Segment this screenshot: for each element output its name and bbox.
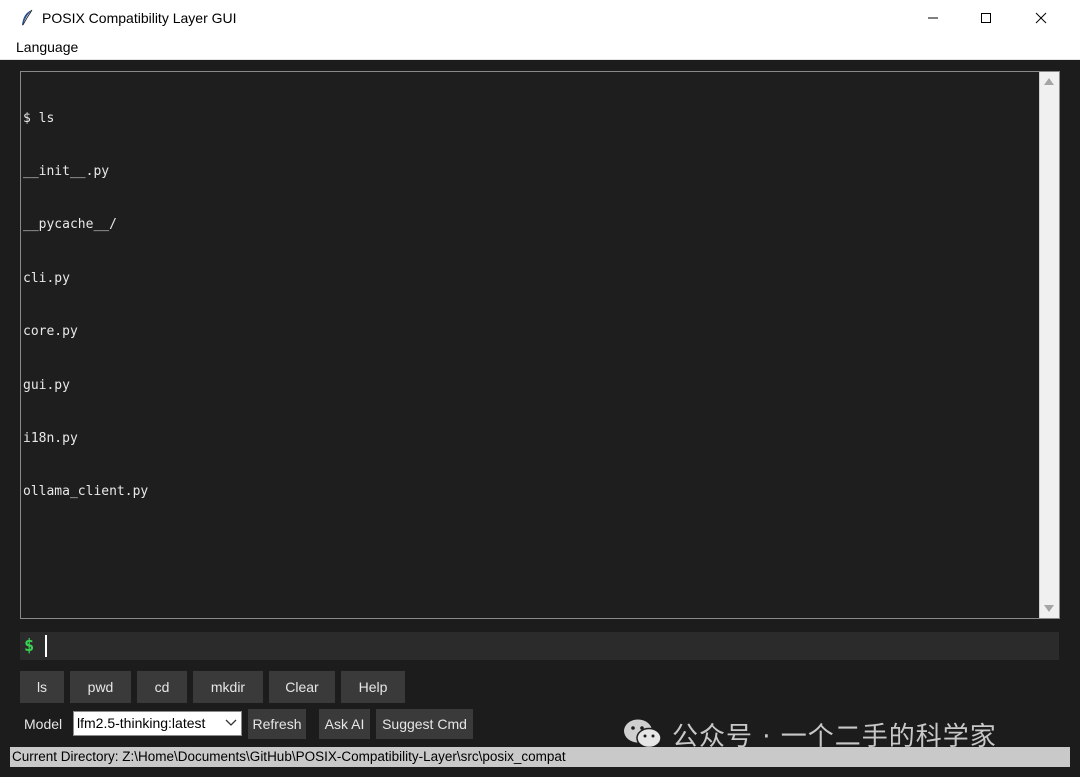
wechat-icon bbox=[624, 719, 662, 749]
close-icon bbox=[1035, 12, 1047, 24]
maximize-icon bbox=[981, 13, 991, 23]
ask-ai-button[interactable]: Ask AI bbox=[319, 709, 370, 739]
feather-icon bbox=[22, 9, 33, 26]
menu-language[interactable]: Language bbox=[12, 36, 82, 59]
text-cursor bbox=[45, 635, 47, 657]
suggest-cmd-button[interactable]: Suggest Cmd bbox=[376, 709, 473, 739]
output-line: __pycache__/ bbox=[23, 217, 117, 233]
output-line: gui.py bbox=[23, 377, 70, 393]
refresh-button[interactable]: Refresh bbox=[248, 709, 306, 739]
chevron-down-icon[interactable] bbox=[225, 718, 237, 728]
output-line: core.py bbox=[23, 324, 78, 340]
prompt-symbol: $ bbox=[24, 636, 35, 656]
output-line: $ ls bbox=[23, 110, 55, 126]
scroll-up-icon[interactable] bbox=[1044, 78, 1054, 85]
vertical-scrollbar[interactable] bbox=[1039, 72, 1059, 618]
model-label: Model bbox=[24, 716, 63, 732]
output-line: ollama_client.py bbox=[23, 484, 149, 500]
current-directory: Current Directory: Z:\Home\Documents\Git… bbox=[12, 749, 566, 764]
title-bar: POSIX Compatibility Layer GUI bbox=[0, 0, 1080, 36]
clear-button[interactable]: Clear bbox=[269, 671, 335, 703]
menu-bar: Language bbox=[0, 36, 1080, 60]
output-line: cli.py bbox=[23, 270, 70, 286]
model-select-value: lfm2.5-thinking:latest bbox=[77, 715, 206, 731]
ls-button[interactable]: ls bbox=[20, 671, 64, 703]
help-button[interactable]: Help bbox=[341, 671, 405, 703]
minimize-button[interactable] bbox=[910, 0, 956, 36]
minimize-icon bbox=[928, 17, 938, 19]
model-select[interactable]: lfm2.5-thinking:latest bbox=[73, 711, 242, 736]
output-line: i18n.py bbox=[23, 430, 78, 446]
output-line: __init__.py bbox=[23, 163, 110, 179]
command-row: $ bbox=[20, 632, 1059, 662]
output-text: $ ls __init__.py __pycache__/ cli.py cor… bbox=[23, 74, 1037, 616]
status-bar: Current Directory: Z:\Home\Documents\Git… bbox=[10, 747, 1070, 767]
pwd-button[interactable]: pwd bbox=[70, 671, 131, 703]
close-button[interactable] bbox=[1018, 0, 1064, 36]
maximize-button[interactable] bbox=[963, 0, 1009, 36]
terminal-output[interactable]: $ ls __init__.py __pycache__/ cli.py cor… bbox=[20, 71, 1060, 619]
command-input[interactable] bbox=[50, 632, 1054, 662]
cd-button[interactable]: cd bbox=[137, 671, 187, 703]
mkdir-button[interactable]: mkdir bbox=[193, 671, 263, 703]
scroll-down-icon[interactable] bbox=[1044, 605, 1054, 612]
window-title: POSIX Compatibility Layer GUI bbox=[42, 10, 237, 26]
